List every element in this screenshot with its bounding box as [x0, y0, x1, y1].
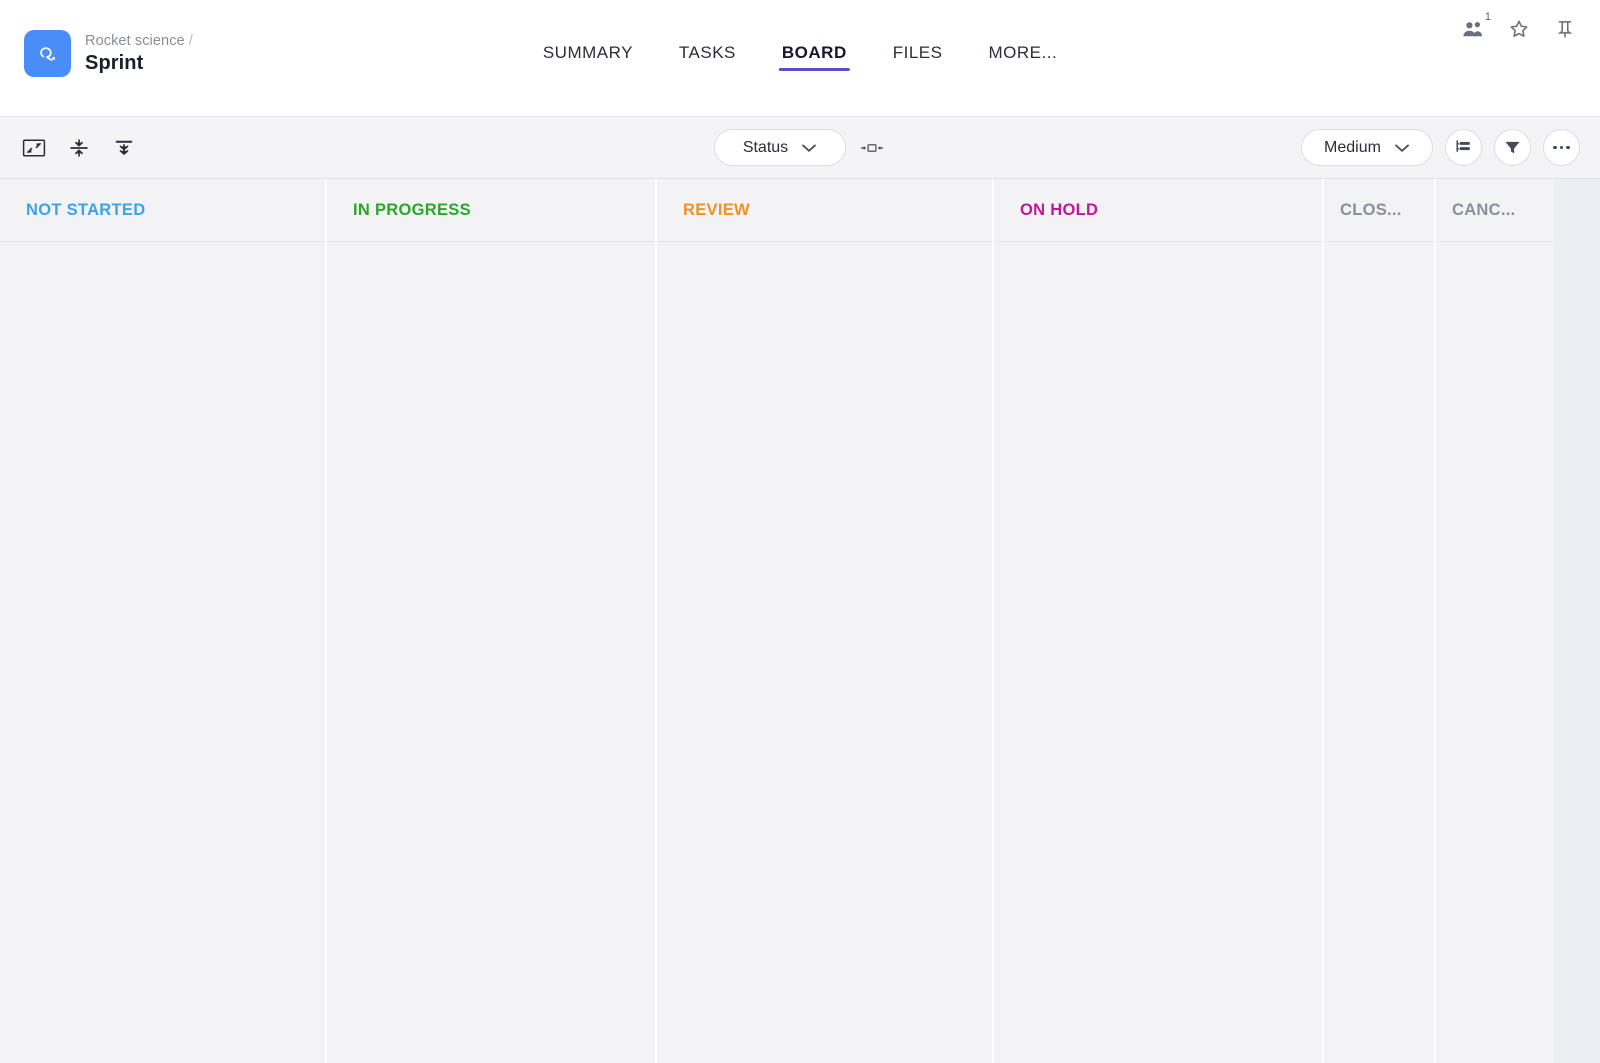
- board-column-in-progress[interactable]: IN PROGRESS: [327, 179, 657, 1063]
- column-header[interactable]: NOT STARTED: [0, 179, 325, 242]
- star-icon[interactable]: [1506, 16, 1532, 42]
- column-header[interactable]: ON HOLD: [994, 179, 1322, 242]
- toolbar-left-group: [20, 135, 138, 161]
- group-by-label: Status: [743, 139, 788, 157]
- board-column-not-started[interactable]: NOT STARTED: [0, 179, 327, 1063]
- breadcrumb-separator: /: [189, 33, 193, 49]
- column-header[interactable]: CANC...: [1436, 179, 1554, 242]
- fit-columns-icon[interactable]: [858, 135, 886, 161]
- column-dropzone[interactable]: [0, 242, 325, 1063]
- filter-icon[interactable]: [1494, 129, 1531, 166]
- swimlane-icon[interactable]: [1445, 129, 1482, 166]
- column-header[interactable]: IN PROGRESS: [327, 179, 655, 242]
- breadcrumb-parent[interactable]: Rocket science: [85, 33, 185, 49]
- tab-summary[interactable]: SUMMARY: [520, 42, 656, 64]
- board-toolbar: Status Medium: [0, 117, 1600, 179]
- brand-text: Rocket science/ Sprint: [85, 33, 193, 75]
- expand-all-icon[interactable]: [110, 135, 138, 161]
- board-column-on-hold[interactable]: ON HOLD: [994, 179, 1324, 1063]
- tab-tasks[interactable]: TASKS: [656, 42, 759, 64]
- column-title: REVIEW: [683, 201, 750, 220]
- app-header: Rocket science/ Sprint SUMMARY TASKS BOA…: [0, 0, 1600, 117]
- members-count-badge: 1: [1485, 12, 1491, 23]
- board-column-closed[interactable]: CLOS...: [1324, 179, 1436, 1063]
- column-title: NOT STARTED: [26, 201, 145, 220]
- members-icon[interactable]: 1: [1460, 16, 1486, 42]
- board-column-review[interactable]: REVIEW: [657, 179, 994, 1063]
- board-column-cancelled[interactable]: CANC...: [1436, 179, 1554, 1063]
- group-by-dropdown[interactable]: Status: [714, 129, 846, 166]
- column-dropzone[interactable]: [994, 242, 1322, 1063]
- rocket-science-logo-icon[interactable]: [24, 30, 71, 77]
- more-options-icon[interactable]: [1543, 129, 1580, 166]
- column-dropzone[interactable]: [327, 242, 655, 1063]
- more-options-dots: [1553, 146, 1570, 150]
- card-size-dropdown[interactable]: Medium: [1301, 129, 1433, 166]
- pin-icon[interactable]: [1552, 16, 1578, 42]
- main-nav: SUMMARY TASKS BOARD FILES MORE...: [520, 42, 1080, 64]
- chevron-down-icon: [801, 143, 817, 153]
- column-title: CLOS...: [1340, 201, 1402, 220]
- column-title: IN PROGRESS: [353, 201, 471, 220]
- column-dropzone[interactable]: [1436, 242, 1554, 1063]
- column-dropzone[interactable]: [1324, 242, 1434, 1063]
- card-size-label: Medium: [1324, 139, 1381, 157]
- fullscreen-icon[interactable]: [20, 135, 48, 161]
- toolbar-right-group: Medium: [1301, 129, 1580, 166]
- tab-more[interactable]: MORE...: [966, 42, 1081, 64]
- column-title: CANC...: [1452, 201, 1516, 220]
- kanban-board: NOT STARTED IN PROGRESS REVIEW ON HOLD C: [0, 179, 1600, 1063]
- column-title: ON HOLD: [1020, 201, 1098, 220]
- breadcrumb[interactable]: Rocket science/: [85, 33, 193, 49]
- header-actions: 1: [1460, 16, 1578, 42]
- column-dropzone[interactable]: [657, 242, 992, 1063]
- toolbar-center-group: Status: [714, 129, 886, 166]
- column-header[interactable]: CLOS...: [1324, 179, 1434, 242]
- page-title: Sprint: [85, 52, 193, 75]
- column-header[interactable]: REVIEW: [657, 179, 992, 242]
- board-page: Rocket science/ Sprint SUMMARY TASKS BOA…: [0, 0, 1600, 1063]
- chevron-down-icon: [1394, 143, 1410, 153]
- collapse-all-icon[interactable]: [65, 135, 93, 161]
- brand-block: Rocket science/ Sprint: [0, 0, 193, 77]
- tab-board[interactable]: BOARD: [759, 42, 870, 64]
- tab-files[interactable]: FILES: [870, 42, 966, 64]
